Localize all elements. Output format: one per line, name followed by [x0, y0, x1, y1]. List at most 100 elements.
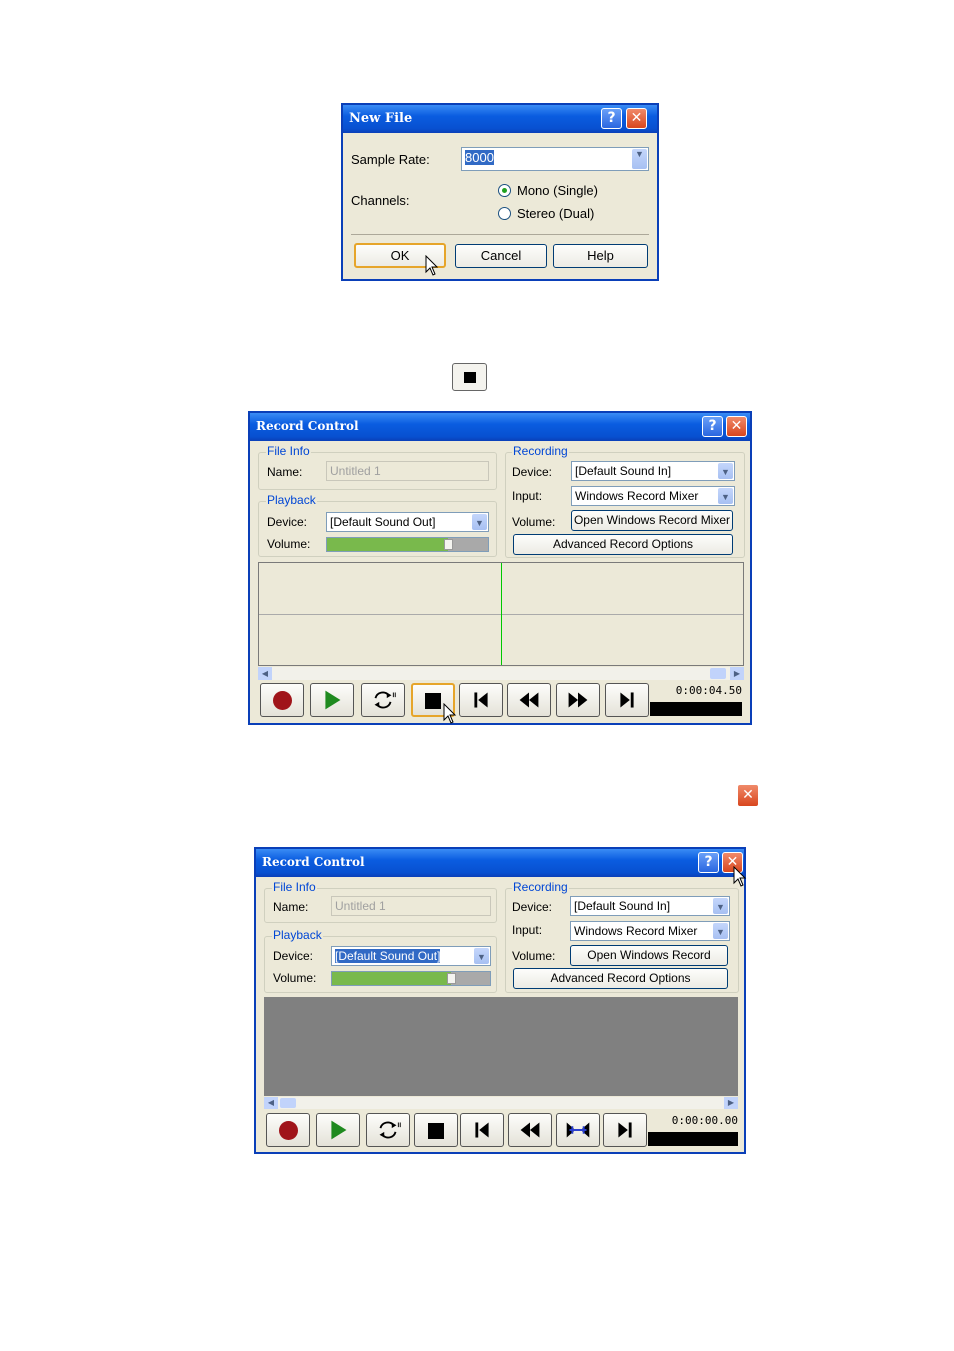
help-icon[interactable]: ?: [698, 852, 719, 873]
scroll-left-icon[interactable]: ◀: [258, 667, 272, 680]
scroll-thumb[interactable]: [280, 1098, 296, 1108]
playback-device-value: [Default Sound Out]: [330, 515, 436, 529]
scrub-button[interactable]: [556, 1113, 600, 1147]
fast-forward-icon: [568, 692, 588, 708]
stereo-label[interactable]: Stereo (Dual): [517, 206, 594, 221]
record-icon: [273, 691, 292, 710]
volume-fill: [332, 972, 451, 985]
stereo-radio[interactable]: [498, 207, 511, 220]
help-icon[interactable]: ?: [702, 416, 723, 437]
name-label: Name:: [267, 465, 303, 479]
waveform-area[interactable]: [264, 997, 738, 1096]
volume-label: Volume:: [267, 537, 311, 551]
chevron-down-icon[interactable]: ▼: [718, 463, 733, 479]
file-info-title: File Info: [272, 880, 317, 894]
recording-device-combo[interactable]: [Default Sound In] ▼: [570, 896, 730, 916]
horizontal-scrollbar[interactable]: ◀ ▶: [264, 1097, 738, 1109]
scroll-left-icon[interactable]: ◀: [264, 1097, 278, 1109]
playback-device-combo[interactable]: [Default Sound Out] ▼: [331, 946, 491, 966]
advanced-options-button[interactable]: Advanced Record Options: [513, 534, 733, 555]
name-label: Name:: [273, 900, 309, 914]
title-bar[interactable]: Record Control ? ✕: [250, 413, 750, 441]
recording-device-combo[interactable]: [Default Sound In] ▼: [571, 461, 735, 481]
record-icon: [279, 1121, 298, 1140]
stop-icon: [425, 693, 441, 709]
volume-slider[interactable]: [331, 971, 491, 986]
playback-title: Playback: [266, 493, 317, 507]
stop-icon: [428, 1123, 444, 1139]
go-to-end-button[interactable]: [603, 1113, 647, 1147]
scrub-icon: [566, 1122, 590, 1138]
channels-label: Channels:: [351, 193, 410, 208]
recording-device-label: Device:: [512, 465, 553, 479]
level-meter: [650, 702, 742, 716]
chevron-down-icon[interactable]: ▼: [718, 488, 733, 504]
title-bar[interactable]: New File ? ✕: [343, 105, 657, 133]
play-button[interactable]: [310, 683, 354, 717]
input-combo[interactable]: Windows Record Mixer ▼: [571, 486, 735, 506]
record-button[interactable]: [260, 683, 304, 717]
horizontal-scrollbar[interactable]: ◀ ▶: [258, 667, 744, 680]
play-icon: [325, 690, 341, 710]
time-display: 0:00:00.00: [648, 1114, 738, 1128]
recording-volume-label: Volume:: [512, 515, 556, 529]
file-info-title: File Info: [266, 444, 311, 458]
fast-forward-button[interactable]: [556, 683, 600, 717]
close-icon[interactable]: ✕: [726, 416, 747, 437]
window-title: Record Control: [256, 419, 359, 433]
chevron-down-icon[interactable]: ▼: [632, 149, 647, 169]
go-to-start-button[interactable]: [460, 1113, 504, 1147]
window-title: Record Control: [262, 855, 365, 869]
stop-icon: [452, 363, 487, 391]
volume-slider[interactable]: [326, 537, 489, 552]
playback-device-combo[interactable]: [Default Sound Out] ▼: [326, 512, 489, 532]
recording-title: Recording: [512, 880, 569, 894]
chevron-down-icon[interactable]: ▼: [713, 923, 728, 939]
open-mixer-button[interactable]: Open Windows Record Mixer: [570, 945, 728, 981]
help-button[interactable]: Help: [553, 244, 648, 268]
play-icon: [331, 1120, 347, 1140]
chevron-down-icon[interactable]: ▼: [713, 898, 728, 914]
loop-button[interactable]: [361, 683, 405, 717]
mono-label[interactable]: Mono (Single): [517, 183, 598, 198]
scroll-thumb[interactable]: [710, 668, 726, 679]
title-bar[interactable]: Record Control ? ✕: [256, 849, 744, 877]
waveform-area[interactable]: [258, 562, 744, 666]
volume-knob[interactable]: [443, 539, 453, 550]
stop-button[interactable]: [414, 1113, 458, 1147]
name-field[interactable]: Untitled 1: [331, 896, 491, 916]
input-combo[interactable]: Windows Record Mixer ▼: [570, 921, 730, 941]
scroll-right-icon[interactable]: ▶: [730, 667, 744, 680]
playback-device-label: Device:: [267, 515, 308, 529]
record-button[interactable]: [266, 1113, 310, 1147]
recording-device-value: [Default Sound In]: [574, 899, 671, 913]
name-field[interactable]: Untitled 1: [326, 461, 489, 481]
play-button[interactable]: [316, 1113, 360, 1147]
mono-radio[interactable]: [498, 184, 511, 197]
rewind-button[interactable]: [507, 683, 551, 717]
open-mixer-button[interactable]: Open Windows Record Mixer: [571, 510, 733, 531]
help-icon[interactable]: ?: [601, 108, 622, 129]
close-icon: ✕: [737, 784, 759, 807]
chevron-down-icon[interactable]: ▼: [474, 948, 489, 964]
advanced-options-button[interactable]: Advanced Record Options: [513, 968, 728, 989]
volume-fill: [327, 538, 448, 551]
go-to-start-button[interactable]: [459, 683, 503, 717]
volume-knob[interactable]: [446, 973, 456, 984]
record-control-window-2: Record Control ? ✕ File Info Name: Untit…: [254, 847, 747, 1154]
playback-title: Playback: [272, 928, 323, 942]
close-icon[interactable]: ✕: [626, 108, 647, 129]
recording-device-label: Device:: [512, 900, 553, 914]
go-to-end-button[interactable]: [605, 683, 649, 717]
recording-title: Recording: [512, 444, 569, 458]
playback-device-value: [Default Sound Out]: [335, 949, 441, 963]
loop-button[interactable]: [366, 1113, 410, 1147]
loop-icon: [374, 691, 396, 709]
rewind-button[interactable]: [508, 1113, 552, 1147]
sample-rate-value: 8000: [465, 150, 494, 165]
sample-rate-combo[interactable]: 8000 ▼: [461, 147, 649, 171]
cancel-button[interactable]: Cancel: [455, 244, 547, 268]
mouse-cursor-icon: [733, 866, 747, 887]
chevron-down-icon[interactable]: ▼: [472, 514, 487, 530]
scroll-right-icon[interactable]: ▶: [724, 1097, 738, 1109]
